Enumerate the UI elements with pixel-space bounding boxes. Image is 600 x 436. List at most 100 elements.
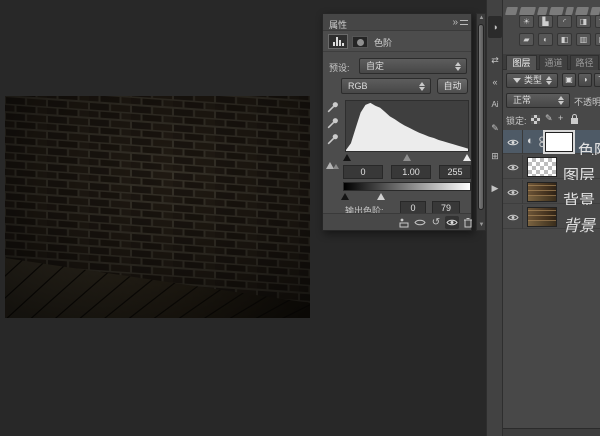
adjustment-name: 色阶 [374,36,392,49]
layer-thumbnail[interactable] [527,207,557,227]
lock-label: 锁定: [506,114,527,127]
clip-to-layer-icon[interactable] [397,216,411,229]
scrollbar-thumb[interactable] [478,24,484,210]
combo-arrows-icon [558,95,565,106]
adjustment-type-bar: 色阶 [323,31,471,52]
layer-name[interactable]: 背景 [563,212,595,236]
dock-swap-icon[interactable]: ⇄ [488,52,502,68]
panel-tabs: 图层 通道 路径 [503,54,600,70]
properties-footer: ↺ [323,213,471,230]
input-gamma-field[interactable] [391,165,431,179]
lock-paint-icon[interactable]: ✎ [545,113,553,124]
layer-visibility-toggle[interactable] [503,130,523,154]
input-black-slider[interactable] [343,154,351,161]
mask-icon[interactable] [352,36,368,48]
tab-paths[interactable]: 路径 [570,55,599,70]
layer-visibility-toggle[interactable] [503,155,523,179]
levels-histogram-icon[interactable] [328,34,348,49]
output-black-slider[interactable] [341,193,349,200]
blend-mode-select[interactable]: 正常 [506,93,570,108]
layer-row-layer3[interactable]: 图层 3 [503,155,600,179]
lock-row: 锁定: ✎ + [503,112,600,128]
layer-row-levels[interactable]: ◐ 色阶 1 [503,130,600,154]
photo-filter-icon[interactable]: ▥ [576,33,591,46]
combo-arrows-icon [419,81,426,92]
dock-play-icon[interactable]: ▶ [488,180,502,196]
lock-all-icon[interactable] [571,118,578,124]
output-gradient-bar [343,182,471,191]
dock-type-icon[interactable]: Ai [488,96,502,112]
levels-icon[interactable]: ▙ [538,15,553,28]
dock-properties-icon[interactable]: ◑ [488,16,502,38]
preset-value: 自定 [366,61,384,71]
white-point-eyedropper-icon[interactable] [326,133,339,146]
vibrance-icon[interactable]: ▽ [595,15,600,28]
layer-visibility-toggle[interactable] [503,205,523,229]
properties-scrollbar[interactable]: ▲ ▼ [476,13,486,231]
scroll-down-icon[interactable]: ▼ [478,222,485,229]
previous-state-eye-icon[interactable] [413,216,427,229]
reset-icon[interactable]: ↺ [429,216,443,229]
lock-transparent-icon[interactable] [531,115,540,124]
dock-library-icon[interactable]: ⊞ [488,148,502,164]
color-balance-icon[interactable]: ◐ [538,33,553,46]
collapse-panel-icon[interactable]: » [452,17,457,28]
visibility-eye-icon[interactable] [445,216,459,229]
blend-row: 正常 不透明度 [503,93,600,111]
curves-icon[interactable]: ◜ [557,15,572,28]
properties-titlebar: 属性 » [323,14,471,31]
input-white-slider[interactable] [463,154,471,161]
channel-mixer-icon[interactable]: ▨ [595,33,600,46]
tab-layers[interactable]: 图层 [506,55,537,70]
opacity-label: 不透明度 [574,95,600,108]
input-black-field[interactable] [343,165,383,179]
layer-row-bg-copy2[interactable]: 背景 副本 2 [503,180,600,204]
combo-arrows-icon [455,61,462,72]
filter-funnel-icon [513,78,521,83]
levels-histogram [345,100,469,152]
panel-menu-icon[interactable] [460,20,468,25]
auto-button[interactable]: 自动 [437,78,468,94]
dock-collapse-icon[interactable]: « [488,74,502,90]
channel-select[interactable]: RGB [341,78,431,94]
layers-panel-footer [503,428,600,436]
lock-move-icon[interactable]: + [558,113,563,123]
hue-saturation-icon[interactable]: ▰ [519,33,534,46]
histogram-refresh-icon[interactable] [325,160,340,170]
kind-filter-select[interactable]: 类型 [506,73,558,88]
preset-label: 预设: [329,61,350,74]
channel-value: RGB [348,81,368,91]
input-white-field[interactable] [439,165,471,179]
brightness-contrast-icon[interactable]: ☀ [519,15,534,28]
output-white-slider[interactable] [377,193,385,200]
black-white-icon[interactable]: ◧ [557,33,572,46]
filter-pixel-icon[interactable]: ▣ [562,73,576,87]
layer-mask-thumbnail[interactable] [545,132,573,152]
filter-type-icon[interactable]: T [594,73,600,87]
layers-panel-group: ☀ ▙ ◜ ◨ ▽ ▰ ◐ ◧ ▥ ▨ 图层 通道 路径 类型 ▣ ◑ T [503,0,600,436]
gray-point-eyedropper-icon[interactable] [326,117,339,130]
scroll-up-icon[interactable]: ▲ [478,15,485,22]
layer-thumbnail[interactable] [527,182,557,202]
tab-channels[interactable]: 通道 [539,55,568,70]
layer-row-background[interactable]: 背景 [503,205,600,229]
panel-dock: ◑ ⇄ « Ai ✎ ⊞ ▶ [486,0,503,436]
layer-thumbnail[interactable] [527,157,557,177]
layer-visibility-toggle[interactable] [503,180,523,204]
dock-brush-icon[interactable]: ✎ [488,120,502,136]
black-point-eyedropper-icon[interactable] [326,101,339,114]
delete-adjustment-icon[interactable] [461,216,475,229]
filter-adjustment-icon[interactable]: ◑ [578,73,592,87]
blend-mode-value: 正常 [513,95,531,105]
watermark [506,2,600,11]
combo-arrows-icon [546,75,553,86]
levels-adjustment-icon: ◐ [527,136,534,147]
document-image [5,96,310,318]
kind-filter-value: 类型 [524,75,542,85]
properties-panel: 属性 » 色阶 预设: 自定 RGB 自动 [322,13,472,231]
photoshop-workspace: 属性 » 色阶 预设: 自定 RGB 自动 [0,0,600,436]
preset-select[interactable]: 自定 [359,58,467,74]
filter-row: 类型 ▣ ◑ T [503,73,600,91]
input-gamma-slider[interactable] [403,154,411,161]
exposure-icon[interactable]: ◨ [576,15,591,28]
